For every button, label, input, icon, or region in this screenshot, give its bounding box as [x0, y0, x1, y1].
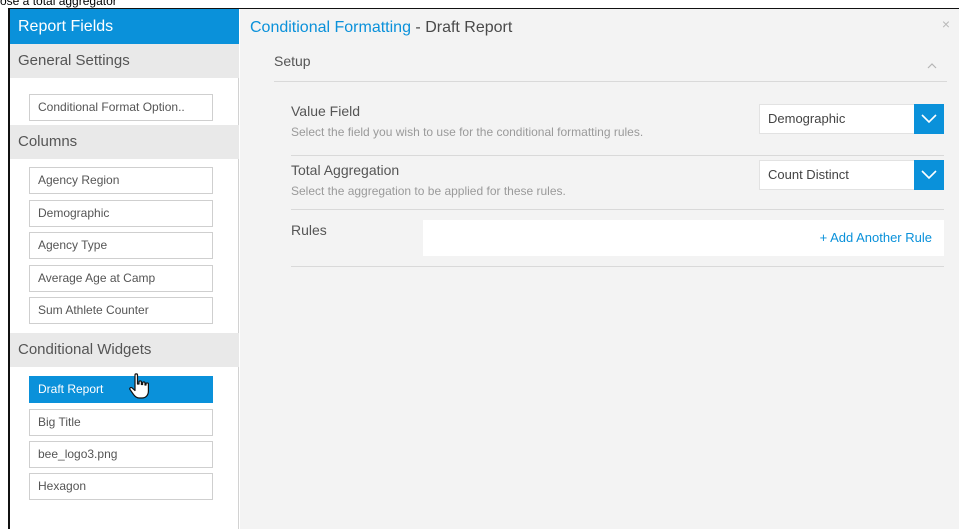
field-demographic[interactable]: Demographic	[29, 200, 213, 227]
page-title: Conditional Formatting - Draft Report	[250, 19, 512, 39]
value-field-description: Select the field you wish to use for the…	[291, 125, 644, 139]
caption-text: ose a total aggregator	[0, 0, 117, 8]
total-aggregation-select[interactable]: Count Distinct	[759, 160, 944, 190]
app-frame: Report Fields General Settings Condition…	[8, 8, 959, 529]
value-field-select[interactable]: Demographic	[759, 104, 944, 134]
section-conditional-widgets[interactable]: Conditional Widgets	[10, 333, 239, 367]
total-aggregation-title: Total Aggregation	[291, 162, 400, 178]
hand-pointer-icon	[128, 371, 150, 399]
field-average-age-at-camp[interactable]: Average Age at Camp	[29, 265, 213, 292]
widget-big-title[interactable]: Big Title	[29, 409, 213, 436]
setup-section-header[interactable]: Setup	[274, 53, 947, 82]
total-aggregation-dropdown-button[interactable]	[914, 160, 944, 190]
widget-draft-report[interactable]: Draft Report	[29, 376, 213, 403]
value-field-selected: Demographic	[768, 111, 846, 126]
value-field-title: Value Field	[291, 103, 361, 119]
title-accent: Conditional Formatting	[250, 19, 411, 36]
section-general-settings[interactable]: General Settings	[10, 44, 239, 78]
field-conditional-format-option[interactable]: Conditional Format Option..	[29, 94, 213, 121]
widget-bee-logo[interactable]: bee_logo3.png	[29, 441, 213, 468]
chevron-down-icon	[921, 170, 937, 180]
total-aggregation-selected: Count Distinct	[768, 167, 849, 182]
conditional-formatting-panel: Conditional Formatting - Draft Report × …	[240, 9, 959, 529]
value-field-dropdown-button[interactable]	[914, 104, 944, 134]
total-aggregation-row: Total Aggregation Select the aggregation…	[291, 156, 944, 210]
field-agency-type[interactable]: Agency Type	[29, 232, 213, 259]
value-field-row: Value Field Select the field you wish to…	[291, 101, 944, 156]
rules-row: Rules + Add Another Rule	[291, 210, 944, 267]
rules-title: Rules	[291, 222, 327, 238]
field-agency-region[interactable]: Agency Region	[29, 167, 213, 194]
add-another-rule-link[interactable]: + Add Another Rule	[820, 220, 932, 256]
chevron-down-icon	[921, 114, 937, 124]
setup-label: Setup	[274, 53, 311, 69]
field-sum-athlete-counter[interactable]: Sum Athlete Counter	[29, 297, 213, 324]
panel-header: Report Fields	[10, 9, 239, 44]
chevron-up-icon[interactable]	[925, 59, 939, 73]
section-columns[interactable]: Columns	[10, 125, 239, 159]
title-rest: - Draft Report	[410, 19, 513, 36]
total-aggregation-description: Select the aggregation to be applied for…	[291, 184, 566, 198]
close-icon[interactable]: ×	[939, 17, 953, 31]
report-fields-panel: Report Fields General Settings Condition…	[10, 9, 239, 529]
widget-hexagon[interactable]: Hexagon	[29, 473, 213, 500]
rules-container: + Add Another Rule	[423, 220, 944, 256]
